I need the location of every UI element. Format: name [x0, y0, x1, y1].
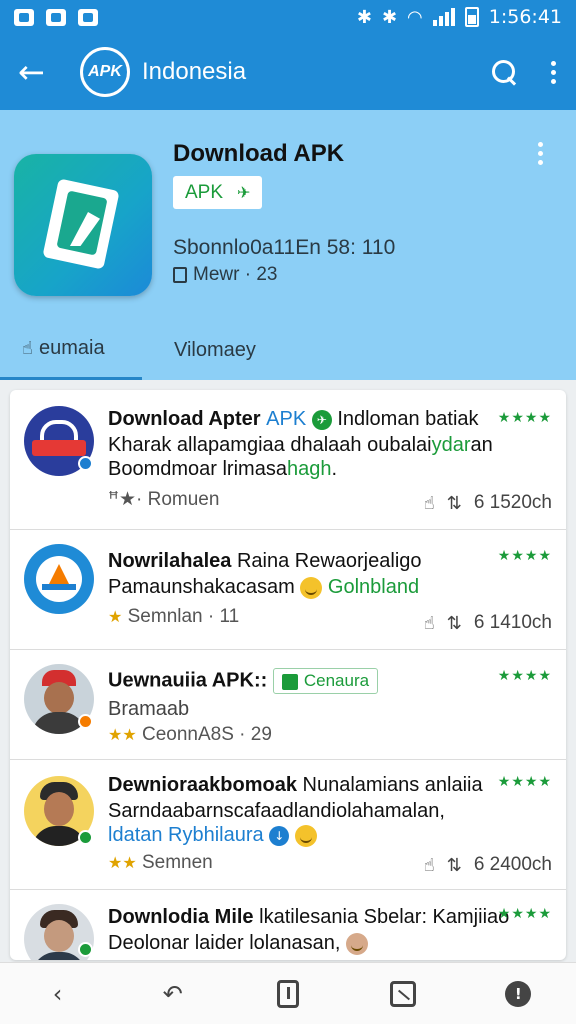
list-item[interactable]: Dewnioraakbomoak Nunalamians anlaiia Sar… — [10, 760, 566, 890]
item-count: 6 1520ch — [473, 492, 552, 513]
star-icon: ★ — [108, 607, 123, 626]
search-icon[interactable] — [490, 58, 518, 86]
online-dot — [78, 942, 93, 957]
notification-icon — [78, 8, 98, 26]
item-line-2: Sarndaabarnscafaadlandiolahamalan, — [108, 800, 445, 822]
info-icon[interactable]: ! — [498, 974, 538, 1014]
app-sub: Mewr · 23 — [173, 264, 277, 286]
logo-text: APK — [88, 63, 122, 80]
smile-emoji-icon — [300, 576, 323, 599]
item-line-2: Deolonar laider lolanasan, — [108, 932, 368, 955]
rating-stars: ★★★★ — [497, 774, 552, 790]
notification-icons — [14, 8, 98, 26]
star-icon: ★★ — [108, 725, 137, 744]
item-meta: ★ Semnlan · 11 — [108, 606, 240, 627]
item-line-2: Bramaab — [108, 698, 190, 720]
signal-icon — [432, 8, 455, 26]
tab-bar: ☝ eumaia Vilomaey — [0, 320, 576, 380]
tab-1[interactable]: ☝ eumaia — [0, 320, 142, 380]
item-title: Uewnauiia APK:: Cenaura — [108, 668, 379, 694]
tab-label: Vilomaey — [174, 338, 256, 361]
share-icon[interactable]: ⇅ — [447, 613, 462, 634]
info-badge-icon: ↓ — [269, 825, 290, 846]
item-line-2: Kharak allapamgiaa dhalaah oubalaiydaran — [108, 434, 493, 456]
item-title: Nowrilahalea Raina Rewaorjealigo — [108, 550, 422, 572]
item-actions: ☝ ⇅ 6 2400ch — [424, 854, 552, 876]
status-bar: ✱ ✱ ◠ 1:56:41 — [0, 0, 576, 34]
item-actions: ☝ ⇅ 6 1520ch — [424, 492, 552, 514]
share-icon[interactable]: ⇅ — [447, 493, 462, 514]
item-actions: ☝ ⇅ 6 1410ch — [424, 612, 552, 634]
item-line-3: Boomdmoar lrimasahagh. — [108, 458, 338, 480]
app-title: Indonesia — [142, 58, 247, 85]
category-chip[interactable]: Cenaura — [272, 668, 379, 694]
app-bar: ← APK Indonesia — [0, 34, 576, 110]
check-icon: ✈ — [311, 409, 332, 430]
share-icon[interactable]: ⇅ — [447, 855, 462, 876]
bottom-nav: ‹ ↶ ! — [0, 962, 576, 1024]
tab-label: eumaia — [38, 337, 105, 359]
item-meta: ★★ Semnen — [108, 852, 213, 873]
app-sub-text: Mewr · 23 — [193, 264, 278, 285]
rating-stars: ★★★★ — [497, 906, 552, 922]
image-icon[interactable] — [383, 974, 423, 1014]
overflow-menu-icon[interactable] — [548, 60, 558, 84]
notification-icon — [46, 8, 66, 26]
item-title: Download Apter APK ✈ Indloman batiak — [108, 408, 479, 430]
notification-icon — [14, 8, 34, 26]
list-item[interactable]: Download Apter APK ✈ Indloman batiak Kha… — [10, 390, 566, 530]
like-icon[interactable]: ☝ — [424, 855, 435, 876]
hand-emoji-icon — [345, 932, 368, 955]
apk-badge[interactable]: APK ✈ — [173, 176, 263, 209]
header-menu-icon[interactable] — [535, 142, 545, 165]
bluetooth-icon: ✱ — [356, 6, 372, 28]
like-icon[interactable]: ☝ — [424, 613, 435, 634]
item-title: Downlodia Mile lkatilesania Sbelar: Kamj… — [108, 906, 510, 928]
item-count: 6 1410ch — [473, 612, 552, 633]
item-meta: ꟸ★· Romuen — [108, 489, 220, 510]
app-bar-actions — [490, 58, 558, 86]
app-name: Download APK — [173, 140, 345, 167]
status-time: 1:56:41 — [488, 6, 562, 28]
return-icon[interactable]: ↶ — [153, 974, 193, 1014]
list-item[interactable]: Uewnauiia APK:: Cenaura Bramaab ★★★★ ★★ … — [10, 650, 566, 760]
item-title: Dewnioraakbomoak Nunalamians anlaiia — [108, 774, 483, 796]
battery-icon — [464, 7, 479, 27]
item-meta: ★★ CeonnA8S · 29 — [108, 724, 272, 745]
square-icon — [173, 267, 187, 283]
item-line-3: ldatan Rybhilaura ↓ — [108, 824, 317, 847]
app-icon — [14, 154, 152, 296]
wifi-icon: ◠ — [407, 6, 423, 28]
online-dot — [78, 456, 93, 471]
star-icon: ★★ — [108, 853, 137, 872]
list-item[interactable]: Nowrilahalea Raina Rewaorjealigo Pamauns… — [10, 530, 566, 650]
list-item[interactable]: Downlodia Mile lkatilesania Sbelar: Kamj… — [10, 890, 566, 960]
grin-emoji-icon — [294, 824, 317, 847]
app-meta: Sbonnlo0a11En 58: 110 — [173, 236, 396, 259]
online-dot — [78, 830, 93, 845]
status-dot — [78, 714, 93, 729]
thumbs-up-icon: ☝ — [22, 338, 33, 359]
avatar — [24, 544, 94, 614]
badge-label: APK — [185, 181, 224, 203]
bluetooth-icon: ✱ — [381, 6, 398, 28]
rating-stars: ★★★★ — [497, 548, 552, 564]
system-icons: ✱ ✱ ◠ 1:56:41 — [357, 6, 562, 28]
item-count: 6 2400ch — [473, 854, 552, 875]
plane-icon: ✈ — [237, 183, 251, 202]
tab-2[interactable]: Vilomaey — [142, 320, 256, 380]
rating-stars: ★★★★ — [497, 410, 552, 426]
apk-logo: APK — [80, 47, 130, 97]
rating-stars: ★★★★ — [497, 668, 552, 684]
document-icon[interactable] — [268, 974, 308, 1014]
item-line-2: Pamaunshakacasam Golnbland — [108, 576, 420, 599]
like-icon[interactable]: ☝ — [424, 493, 435, 514]
back-arrow-icon[interactable]: ← — [18, 56, 58, 88]
feed-list: Download Apter APK ✈ Indloman batiak Kha… — [10, 390, 566, 960]
back-chevron-icon[interactable]: ‹ — [38, 974, 78, 1014]
